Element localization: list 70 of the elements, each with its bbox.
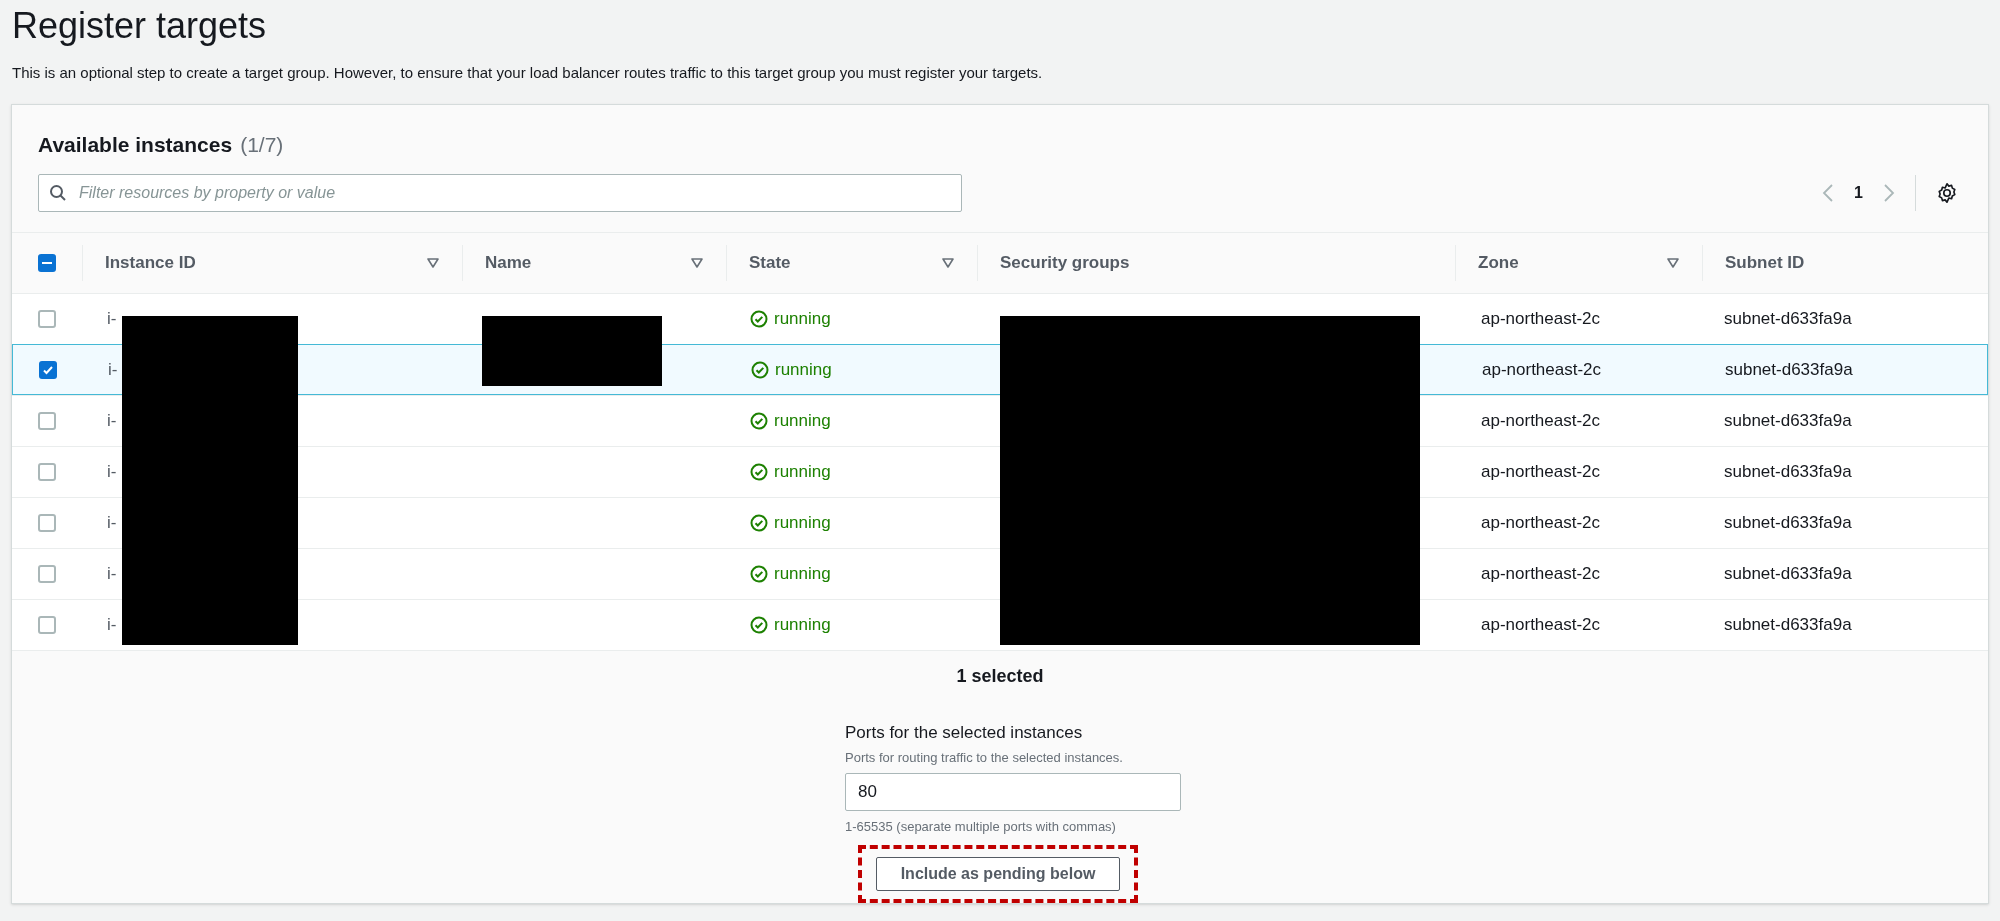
search-icon	[49, 184, 67, 202]
selected-count: 1 selected	[956, 665, 1044, 688]
status-text: running	[774, 461, 831, 484]
status-check-icon	[750, 565, 768, 583]
subnet-id: subnet-d633fa9a	[1724, 411, 1852, 431]
zone-text: ap-northeast-2c	[1481, 564, 1601, 584]
status-check-icon	[750, 514, 768, 532]
status-text: running	[774, 563, 831, 586]
next-page-icon[interactable]	[1883, 183, 1895, 203]
previous-page-icon[interactable]	[1822, 183, 1835, 203]
status-text: running	[774, 308, 831, 331]
status-check-icon	[750, 463, 768, 481]
column-header: Subnet ID	[1725, 252, 1805, 275]
settings-icon[interactable]	[1936, 182, 1958, 204]
selection-count: (1/7)	[240, 131, 284, 158]
checkbox[interactable]	[38, 412, 56, 430]
page-description: This is an optional step to create a target group. However, to ensure that your load balancer routes traffic to this target group you must register your targets.	[12, 63, 1044, 83]
status-text: running	[775, 358, 832, 381]
sort-icon[interactable]	[690, 257, 704, 269]
sort-icon[interactable]	[941, 257, 955, 269]
column-header: Security groups	[1000, 252, 1130, 275]
subnet-id: subnet-d633fa9a	[1724, 309, 1852, 329]
sort-icon[interactable]	[426, 257, 440, 269]
column-header[interactable]: State	[749, 250, 791, 276]
subnet-id: subnet-d633fa9a	[1724, 513, 1852, 533]
column-header[interactable]: Name	[485, 250, 532, 276]
ports-description: Ports for routing traffic to the selected instances.	[845, 748, 1124, 767]
zone-text: ap-northeast-2c	[1481, 513, 1601, 533]
zone-text: ap-northeast-2c	[1481, 411, 1601, 431]
include-button[interactable]: Include as pending below	[875, 856, 1121, 891]
instance-id[interactable]: i-	[107, 309, 117, 329]
page-number[interactable]: 1	[1854, 181, 1863, 205]
status-text: running	[774, 410, 831, 433]
column-header[interactable]: Instance ID	[105, 250, 196, 276]
ports-hint: 1-65535 (separate multiple ports with commas)	[845, 818, 1117, 836]
zone-text: ap-northeast-2c	[1481, 462, 1601, 482]
instance-id[interactable]: i-	[107, 564, 117, 584]
checkbox[interactable]	[39, 360, 57, 379]
status-text: running	[774, 512, 831, 535]
checkbox[interactable]	[38, 254, 56, 272]
instance-id[interactable]: i-	[107, 462, 117, 482]
status-check-icon	[750, 310, 768, 328]
column-header[interactable]: Zone	[1478, 250, 1519, 276]
instance-id[interactable]: i-	[108, 359, 118, 379]
subnet-id: subnet-d633fa9a	[1724, 462, 1852, 482]
ports-label: Ports for the selected instances	[845, 722, 1084, 744]
status-text: running	[774, 614, 831, 637]
zone-text: ap-northeast-2c	[1482, 359, 1602, 379]
status-check-icon	[750, 616, 768, 634]
checkbox[interactable]	[38, 565, 56, 583]
filter-field[interactable]: Filter resources by property or value	[38, 174, 962, 212]
subnet-id: subnet-d633fa9a	[1724, 564, 1852, 584]
checkbox[interactable]	[38, 463, 56, 481]
zone-text: ap-northeast-2c	[1481, 309, 1601, 329]
instance-id[interactable]: i-	[107, 615, 117, 635]
panel-title: Available instances	[38, 131, 233, 158]
checkbox[interactable]	[38, 310, 56, 328]
page-title: Register targets	[12, 4, 268, 48]
checkbox[interactable]	[38, 616, 56, 634]
subnet-id: subnet-d633fa9a	[1725, 359, 1853, 379]
ports-field[interactable]: 80	[845, 773, 1181, 811]
status-check-icon	[751, 360, 769, 379]
instance-id[interactable]: i-	[107, 411, 117, 431]
zone-text: ap-northeast-2c	[1481, 615, 1601, 635]
dash-icon	[42, 262, 52, 264]
subnet-id: subnet-d633fa9a	[1724, 615, 1852, 635]
checkbox[interactable]	[38, 514, 56, 532]
sort-icon[interactable]	[1666, 257, 1680, 269]
instance-id[interactable]: i-	[107, 513, 117, 533]
status-check-icon	[750, 412, 768, 430]
